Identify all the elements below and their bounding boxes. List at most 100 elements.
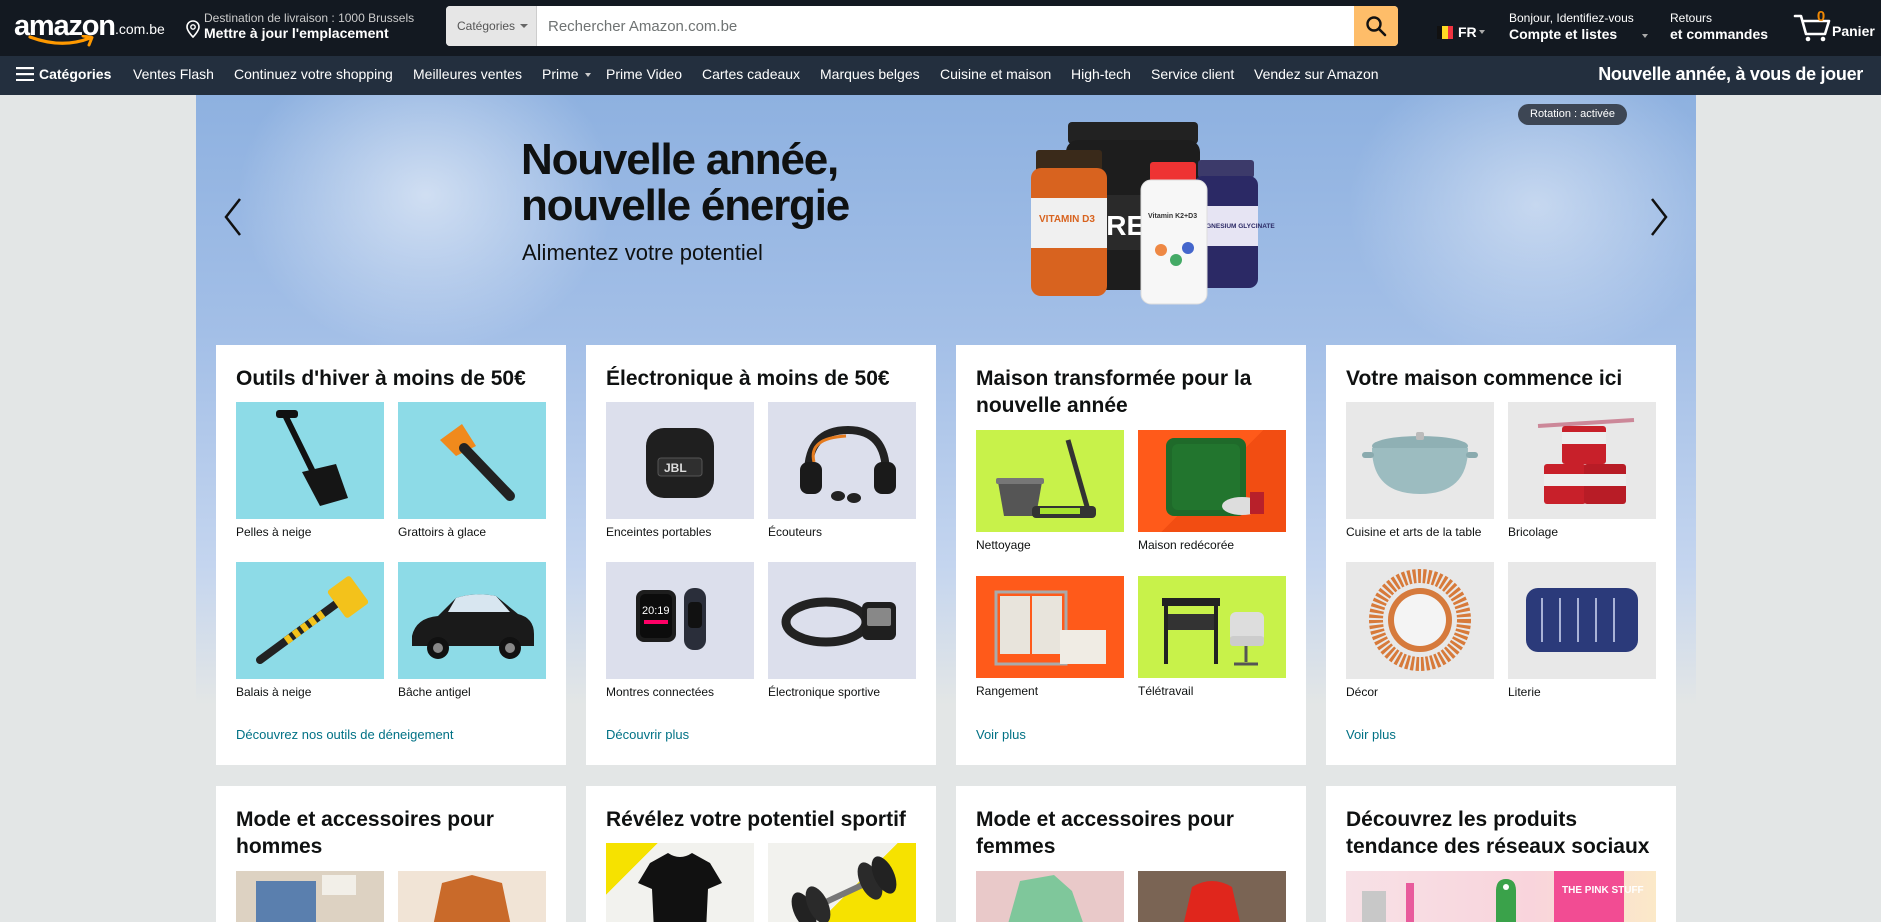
heart-rate-monitor-icon: [781, 597, 896, 647]
tile-trending[interactable]: THE PINK STUFF: [1346, 871, 1656, 922]
amazon-logo[interactable]: amazon .com.be: [14, 8, 166, 48]
tile-caption: Cuisine et arts de la table: [1346, 525, 1482, 539]
tile-caption: Bâche antigel: [398, 685, 471, 699]
nav-promo-banner[interactable]: Nouvelle année, à vous de jouer: [1598, 64, 1863, 85]
tile-snow-brushes[interactable]: Balais à neige: [236, 562, 384, 699]
tile-redecorated-home[interactable]: Maison redécorée: [1138, 430, 1286, 552]
tile-caption: Enceintes portables: [606, 525, 712, 539]
search-icon: [1366, 16, 1387, 37]
secondary-nav: Catégories Ventes Flash Continuez votre …: [0, 56, 1881, 95]
smartwatch-icon: 20:19: [636, 588, 706, 650]
tile-snow-shovels[interactable]: Pelles à neige: [236, 402, 384, 539]
nav-item-kitchen-home[interactable]: Cuisine et maison: [940, 66, 1051, 82]
nav-item-belgian-brands[interactable]: Marques belges: [820, 66, 920, 82]
tile-sports-electronics[interactable]: Électronique sportive: [768, 562, 916, 699]
hero-subtitle: Alimentez votre potentiel: [522, 240, 763, 265]
desk-chair-icon: [1162, 598, 1264, 666]
tile-women-2[interactable]: [1138, 871, 1286, 922]
nav-item-sell-on-amazon[interactable]: Vendez sur Amazon: [1254, 66, 1379, 82]
jacket-icon: [433, 875, 511, 922]
language-selector[interactable]: FR: [1437, 22, 1485, 42]
tile-men-2[interactable]: [398, 871, 546, 922]
search-button[interactable]: [1354, 6, 1398, 46]
tile-caption: Montres connectées: [606, 685, 715, 699]
tile-image: [398, 402, 546, 519]
account-menu[interactable]: Bonjour, Identifiez-vous Compte et liste…: [1509, 11, 1649, 42]
tile-image: [976, 871, 1124, 922]
cart-label: Panier: [1832, 23, 1875, 39]
nav-item-prime-video[interactable]: Prime Video: [606, 66, 682, 82]
tile-image: [1508, 562, 1656, 679]
card-trending-social: Découvrez les produits tendance des rése…: [1326, 786, 1676, 922]
tile-antifreeze-cover[interactable]: Bâche antigel: [398, 562, 546, 699]
all-categories-label: Catégories: [39, 66, 112, 82]
dress-icon: [1008, 875, 1083, 922]
paint-cans-icon: [1537, 418, 1635, 504]
tile-sports-2[interactable]: [768, 843, 916, 922]
carousel-next-icon[interactable]: [1644, 195, 1674, 239]
nav-item-ventes-flash[interactable]: Ventes Flash: [133, 66, 214, 82]
search-category-dropdown[interactable]: Catégories: [446, 6, 537, 46]
tile-women-1[interactable]: [976, 871, 1124, 922]
tile-smart-watches[interactable]: 20:19 Montres connectées: [606, 562, 754, 699]
svg-text:JBL: JBL: [664, 461, 687, 475]
tile-caption: Grattoirs à glace: [398, 525, 487, 539]
tile-image: [1346, 402, 1494, 519]
jeans-icon: [256, 875, 356, 922]
tile-image: [768, 843, 916, 922]
snow-shovel-icon: [276, 410, 348, 506]
nav-item-gift-cards[interactable]: Cartes cadeaux: [702, 66, 800, 82]
tile-caption: Balais à neige: [236, 685, 312, 699]
search-input[interactable]: [538, 6, 1348, 46]
tile-ice-scrapers[interactable]: Grattoirs à glace: [398, 402, 546, 539]
cart-button[interactable]: 0 Panier: [1793, 8, 1877, 48]
search-bar: Catégories: [446, 6, 1398, 46]
dumbbell-icon: [791, 856, 897, 922]
snow-brush-icon: [256, 576, 369, 664]
tile-portable-speakers[interactable]: JBL Enceintes portables: [606, 402, 754, 539]
card-link[interactable]: Découvrir plus: [606, 727, 689, 742]
car-cover-icon: [412, 594, 534, 659]
chevron-down-icon: [520, 24, 528, 28]
tile-sports-1[interactable]: [606, 843, 754, 922]
chevron-down-icon: [584, 73, 591, 78]
tile-kitchen-table[interactable]: Cuisine et arts de la table: [1346, 402, 1494, 539]
card-title: Mode et accessoires pour hommes: [236, 808, 494, 858]
bottle-label: Vitamin K2+D3: [1148, 213, 1197, 220]
delivery-location[interactable]: Destination de livraison : 1000 Brussels…: [186, 11, 426, 45]
tile-image: [1508, 402, 1656, 519]
card-link[interactable]: Voir plus: [1346, 727, 1396, 742]
nav-item-high-tech[interactable]: High-tech: [1071, 66, 1131, 82]
tshirt-icon: [638, 853, 722, 922]
card-link[interactable]: Voir plus: [976, 727, 1026, 742]
tile-men-1[interactable]: [236, 871, 384, 922]
tile-bedding[interactable]: Literie: [1508, 562, 1656, 699]
nav-item-best-sellers[interactable]: Meilleures ventes: [413, 66, 522, 82]
card-title: Électronique à moins de 50€: [606, 367, 890, 390]
trending-products-icon: THE PINK STUFF: [1362, 871, 1644, 922]
carousel-prev-icon[interactable]: [218, 195, 248, 239]
laundry-hamper-icon: [994, 590, 1106, 666]
tile-caption: Rangement: [976, 684, 1039, 698]
rotation-toggle[interactable]: Rotation : activée: [1518, 104, 1627, 125]
card-title: Mode et accessoires pour femmes: [976, 808, 1234, 858]
tile-caption: Électronique sportive: [768, 685, 881, 699]
tile-cleaning[interactable]: Nettoyage: [976, 430, 1124, 552]
hamburger-menu-icon: [16, 67, 34, 81]
tile-decor[interactable]: Décor: [1346, 562, 1494, 699]
chevron-down-icon: [1642, 34, 1648, 38]
tile-remote-work[interactable]: Télétravail: [1138, 576, 1286, 698]
nav-item-continue-shopping[interactable]: Continuez votre shopping: [234, 66, 393, 82]
tile-caption: Maison redécorée: [1138, 538, 1235, 552]
card-link[interactable]: Découvrez nos outils de déneigement: [236, 727, 454, 742]
all-categories-button[interactable]: Catégories: [16, 66, 111, 82]
nav-item-prime[interactable]: Prime: [542, 66, 591, 82]
returns-orders[interactable]: Retours et commandes: [1670, 11, 1768, 42]
speaker-icon: JBL: [646, 428, 714, 498]
tile-headphones[interactable]: Écouteurs: [768, 402, 916, 539]
tile-caption: Décor: [1346, 685, 1379, 699]
tile-diy[interactable]: Bricolage: [1508, 402, 1656, 539]
tile-storage[interactable]: Rangement: [976, 576, 1124, 698]
nav-item-customer-service[interactable]: Service client: [1151, 66, 1234, 82]
tile-image: [976, 576, 1124, 678]
